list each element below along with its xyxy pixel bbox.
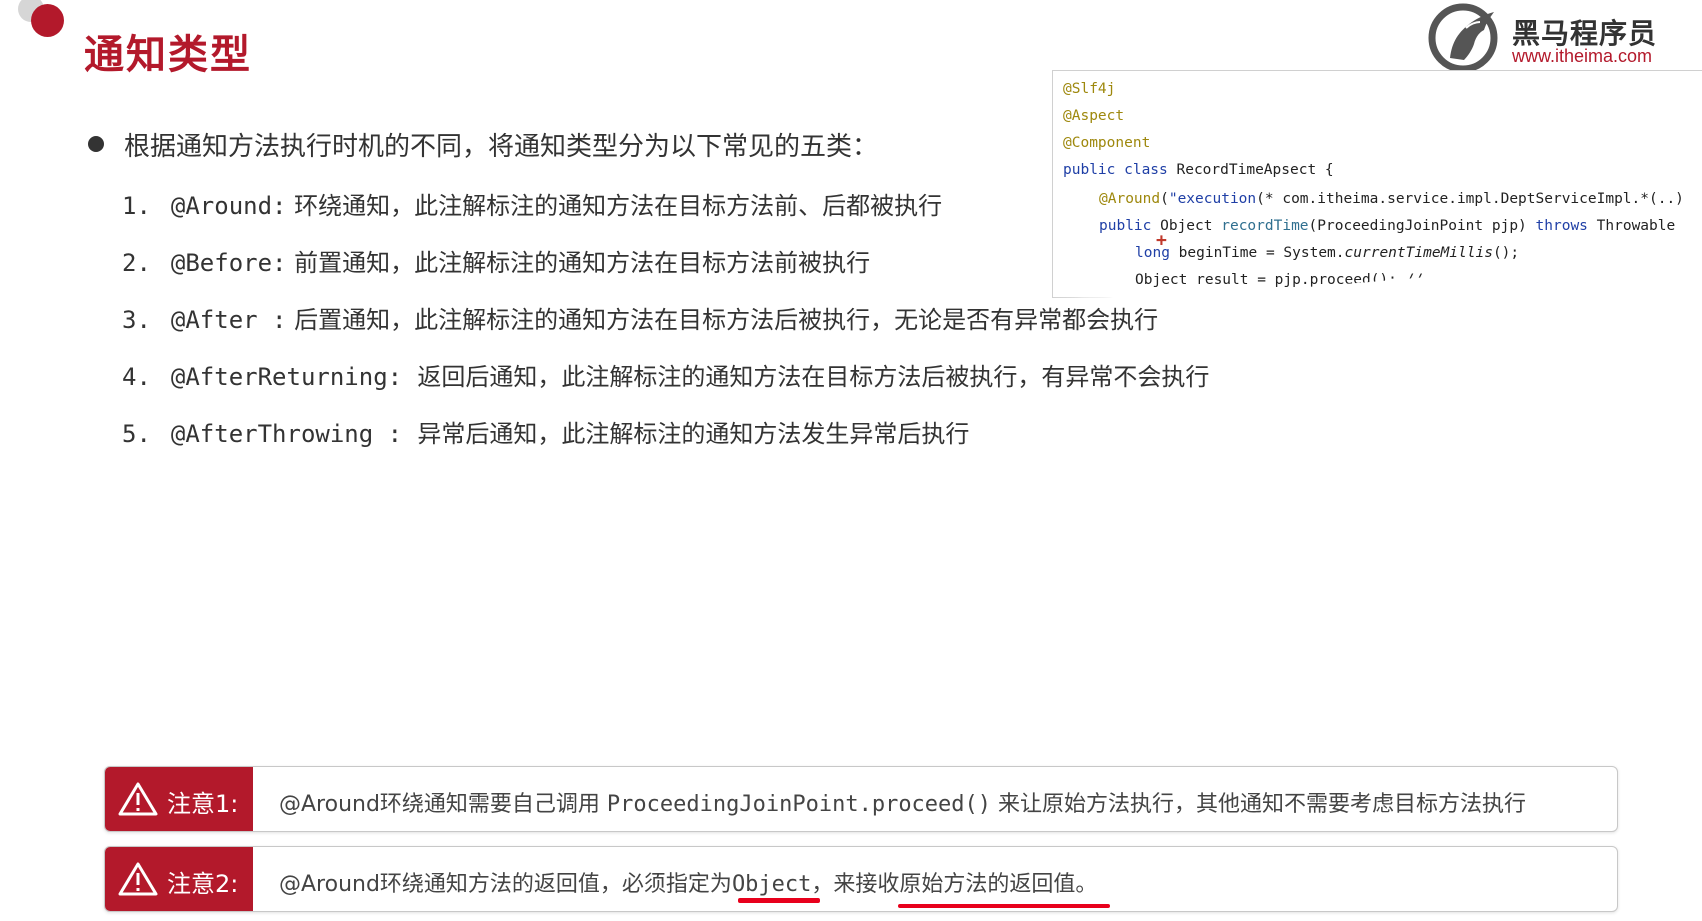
code-annotation: @Around xyxy=(1099,191,1161,207)
code-line-begin-time: long beginTime = System.currentTimeMilli… xyxy=(1135,245,1519,261)
item-description: 环绕通知，此注解标注的通知方法在目标方法前、后都被执行 xyxy=(294,192,943,220)
code-line-component: @Component xyxy=(1063,135,1151,151)
item-number: 1. xyxy=(122,192,151,220)
code-string: "execution xyxy=(1168,191,1257,207)
list-item-before: 2. @Before: 前置通知，此注解标注的通知方法在目标方法前被执行 xyxy=(122,243,870,278)
note-label-text: 注意2: xyxy=(167,870,239,898)
note-label-2: 注意2: xyxy=(105,847,253,911)
item-description: 后置通知，此注解标注的通知方法在目标方法后被执行，无论是否有异常都会执行 xyxy=(294,306,1159,334)
list-item-after: 3. @After : 后置通知，此注解标注的通知方法在目标方法后被执行，无论是否… xyxy=(122,300,1158,335)
cursor-plus-icon: + xyxy=(1156,230,1167,251)
warning-icon xyxy=(118,862,158,896)
code-line-result: Object result = pjp.proceed(); // xyxy=(1135,272,1424,288)
code-line-aspect: @Aspect xyxy=(1063,108,1125,124)
note-text-part: @Around环绕通知需要自己调用 xyxy=(279,792,607,817)
page-title: 通知类型 xyxy=(84,32,252,78)
item-description: 返回后通知，此注解标注的通知方法在目标方法后被执行，有异常不会执行 xyxy=(417,363,1210,391)
note-text-2: @Around环绕通知方法的返回值，必须指定为Object，来接收原始方法的返回… xyxy=(279,866,1097,898)
code-line-slf4j: @Slf4j xyxy=(1063,81,1116,97)
item-annotation: @AfterReturning: xyxy=(170,363,403,391)
code-snippet-card: @Slf4j @Aspect @Component public class R… xyxy=(1052,70,1702,298)
logo: 黑马程序员 www.itheima.com xyxy=(1428,2,1688,72)
item-description: 前置通知，此注解标注的通知方法在目标方法前被执行 xyxy=(294,249,871,277)
code-keyword: public xyxy=(1099,218,1152,234)
code-text: beginTime = System. xyxy=(1169,245,1345,261)
code-text: (* com.itheima.service.impl.DeptServiceI… xyxy=(1256,191,1684,207)
code-text: (); xyxy=(1492,245,1520,261)
decorative-dot-red xyxy=(31,4,64,37)
intro-text: 根据通知方法执行时机的不同，将通知类型分为以下常见的五类： xyxy=(124,132,879,162)
code-text: (ProceedingJoinPoint pjp) xyxy=(1308,218,1536,234)
underline-return-value-mark xyxy=(898,904,1110,908)
bullet-icon xyxy=(88,136,104,152)
list-item-after-returning: 4. @AfterReturning: 返回后通知，此注解标注的通知方法在目标方法… xyxy=(122,357,1209,392)
horse-head-icon xyxy=(1428,3,1498,72)
item-number: 4. xyxy=(122,363,151,391)
note-code: Object xyxy=(731,872,812,897)
code-text: Throwable xyxy=(1587,218,1676,234)
item-annotation: @After : xyxy=(170,306,287,334)
note-text-1: @Around环绕通知需要自己调用 ProceedingJoinPoint.pr… xyxy=(279,786,1526,818)
list-item-after-throwing: 5. @AfterThrowing : 异常后通知，此注解标注的通知方法发生异常后… xyxy=(122,414,969,449)
code-line-around: @Around("execution(* com.itheima.service… xyxy=(1099,191,1684,207)
note-text-part: ，来接收原始方法的返回值。 xyxy=(811,872,1098,897)
code-text: RecordTimeApsect { xyxy=(1167,162,1334,178)
item-annotation: @Before: xyxy=(170,249,287,277)
note-1: 注意1: @Around环绕通知需要自己调用 ProceedingJoinPoi… xyxy=(104,766,1618,832)
code-method-name: recordTime xyxy=(1221,218,1309,234)
code-text: ( xyxy=(1160,191,1169,207)
item-annotation: @AfterThrowing : xyxy=(170,420,403,448)
code-method-call: currentTimeMillis xyxy=(1344,245,1493,261)
code-keyword: public class xyxy=(1063,162,1168,178)
intro-line: 根据通知方法执行时机的不同，将通知类型分为以下常见的五类： xyxy=(88,126,878,163)
code-line-class-decl: public class RecordTimeApsect { xyxy=(1063,162,1334,178)
note-code: ProceedingJoinPoint.proceed() xyxy=(606,792,992,817)
note-text-part: 来让原始方法执行，其他通知不需要考虑目标方法执行 xyxy=(991,792,1527,817)
note-2: 注意2: @Around环绕通知方法的返回值，必须指定为Object，来接收原始… xyxy=(104,846,1618,912)
item-annotation: @Around: xyxy=(170,192,287,220)
note-text-part: @Around环绕通知方法的返回值，必须指定为 xyxy=(279,872,732,897)
note-label-text: 注意1: xyxy=(167,790,239,818)
item-number: 3. xyxy=(122,306,151,334)
item-description: 异常后通知，此注解标注的通知方法发生异常后执行 xyxy=(417,420,970,448)
item-number: 5. xyxy=(122,420,151,448)
warning-icon xyxy=(118,782,158,816)
code-line-method-decl: public Object recordTime(ProceedingJoinP… xyxy=(1099,218,1675,234)
list-item-around: 1. @Around: 环绕通知，此注解标注的通知方法在目标方法前、后都被执行 xyxy=(122,186,942,221)
logo-url: www.itheima.com xyxy=(1512,46,1653,66)
underline-object-mark xyxy=(738,898,820,903)
code-keyword: throws xyxy=(1535,218,1588,234)
item-number: 2. xyxy=(122,249,151,277)
note-label-1: 注意1: xyxy=(105,767,253,831)
